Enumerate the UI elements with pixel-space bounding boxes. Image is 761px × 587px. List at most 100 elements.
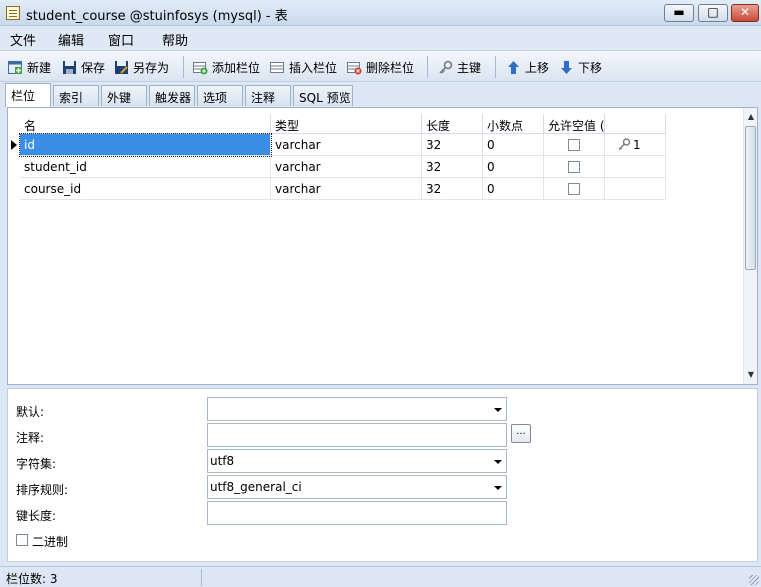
menu-bar: 文件 编辑 窗口 帮助 — [0, 26, 761, 49]
scroll-down-icon[interactable]: ▼ — [744, 368, 758, 382]
comment-field[interactable] — [207, 423, 507, 447]
primary-key-icon — [617, 138, 631, 150]
cell-decimals[interactable]: 0 — [483, 134, 544, 156]
cell-name[interactable]: id — [19, 133, 272, 157]
cell-length[interactable]: 32 — [422, 156, 483, 178]
cell-type[interactable]: varchar — [271, 134, 422, 156]
new-icon — [8, 60, 23, 75]
close-button[interactable]: ✕ — [731, 4, 759, 22]
column-header-name[interactable]: 名 — [20, 114, 271, 134]
toolbar-separator — [495, 56, 496, 78]
collation-label: 排序规则: — [16, 483, 69, 497]
tab-triggers[interactable]: 触发器 — [149, 85, 195, 106]
cell-name[interactable]: student_id — [20, 156, 271, 178]
binary-checkbox[interactable] — [16, 534, 28, 546]
resize-grip-icon[interactable] — [749, 575, 759, 585]
cell-decimals[interactable]: 0 — [483, 178, 544, 200]
grid-header: 名 类型 长度 小数点 允许空值 ( — [20, 114, 666, 134]
charset-select[interactable]: utf8 — [207, 449, 507, 473]
status-bar: 栏位数: 3 — [0, 566, 761, 587]
nullable-checkbox[interactable] — [568, 183, 580, 195]
column-header-length[interactable]: 长度 — [422, 114, 483, 134]
row-indicator — [8, 134, 20, 156]
tab-sql-preview[interactable]: SQL 预览 — [293, 85, 353, 106]
fields-grid-panel: 名 类型 长度 小数点 允许空值 ( id varchar 32 0 1 stu… — [7, 107, 758, 385]
key-length-field[interactable] — [207, 501, 507, 525]
field-count: 栏位数: 3 — [6, 572, 58, 586]
cell-decimals[interactable]: 0 — [483, 156, 544, 178]
save-as-button[interactable]: 另存为 — [114, 59, 169, 77]
primary-key-button[interactable]: 主键 — [438, 59, 481, 77]
cell-key[interactable] — [605, 178, 666, 200]
minimize-button[interactable]: ▬ — [664, 4, 694, 22]
column-header-key[interactable] — [605, 114, 666, 134]
save-icon — [62, 60, 77, 75]
move-up-button[interactable]: 上移 — [506, 59, 549, 77]
cell-nullable — [544, 134, 605, 156]
scroll-thumb[interactable] — [745, 126, 756, 270]
cell-nullable — [544, 178, 605, 200]
arrow-up-icon — [506, 60, 521, 75]
vertical-scrollbar[interactable]: ▲ ▼ — [743, 108, 757, 384]
chevron-down-icon — [494, 486, 502, 490]
add-field-icon — [193, 60, 208, 75]
insert-field-icon — [270, 60, 285, 75]
cell-length[interactable]: 32 — [422, 178, 483, 200]
save-button[interactable]: 保存 — [62, 59, 105, 77]
charset-label: 字符集: — [16, 457, 57, 471]
cell-length[interactable]: 32 — [422, 134, 483, 156]
column-header-type[interactable]: 类型 — [271, 114, 422, 134]
toolbar-separator — [427, 56, 428, 78]
column-header-nullable[interactable]: 允许空值 ( — [544, 114, 605, 134]
menu-window[interactable]: 窗口 — [108, 30, 134, 49]
table-row[interactable]: student_id varchar 32 0 — [20, 156, 666, 178]
cell-type[interactable]: varchar — [271, 156, 422, 178]
maximize-button[interactable]: □ — [698, 4, 728, 22]
table-row[interactable]: course_id varchar 32 0 — [20, 178, 666, 200]
menu-edit[interactable]: 编辑 — [58, 30, 84, 49]
save-as-icon — [114, 60, 129, 75]
window-title: student_course @stuinfosys (mysql) - 表 — [26, 9, 288, 24]
current-row-arrow-icon — [11, 140, 17, 150]
cell-key[interactable] — [605, 156, 666, 178]
key-length-label: 键长度: — [16, 509, 57, 523]
nullable-checkbox[interactable] — [568, 161, 580, 173]
collation-select[interactable]: utf8_general_ci — [207, 475, 507, 499]
title-bar: student_course @stuinfosys (mysql) - 表 ▬… — [0, 0, 761, 26]
move-down-button[interactable]: 下移 — [559, 59, 602, 77]
comment-label: 注释: — [16, 431, 45, 445]
delete-field-icon — [347, 60, 362, 75]
cell-nullable — [544, 156, 605, 178]
table-icon — [6, 6, 20, 20]
tab-fields[interactable]: 栏位 — [5, 83, 51, 107]
nullable-checkbox[interactable] — [568, 139, 580, 151]
cell-name[interactable]: course_id — [20, 178, 271, 200]
tab-comment[interactable]: 注释 — [245, 85, 291, 106]
comment-edit-button[interactable]: ... — [511, 424, 531, 443]
chevron-down-icon — [494, 460, 502, 464]
default-label: 默认: — [16, 405, 45, 419]
toolbar: 新建 保存 另存为 添加栏位 插入栏位 删除栏位 主键 上移 下移 — [0, 50, 761, 82]
cell-key: 1 — [605, 134, 666, 156]
insert-field-button[interactable]: 插入栏位 — [270, 59, 337, 77]
binary-label: 二进制 — [32, 535, 69, 549]
key-order: 1 — [633, 138, 641, 152]
new-button[interactable]: 新建 — [8, 59, 51, 77]
default-select[interactable] — [207, 397, 507, 421]
key-icon — [438, 60, 453, 75]
cell-type[interactable]: varchar — [271, 178, 422, 200]
chevron-down-icon — [494, 408, 502, 412]
field-properties-panel: 默认: 注释: ... 字符集: utf8 排序规则: utf8_general… — [7, 388, 758, 562]
tab-strip: 栏位 索引 外键 触发器 选项 注释 SQL 预览 — [0, 83, 761, 107]
tab-options[interactable]: 选项 — [197, 85, 243, 106]
add-field-button[interactable]: 添加栏位 — [193, 59, 260, 77]
scroll-up-icon[interactable]: ▲ — [744, 110, 758, 124]
column-header-decimals[interactable]: 小数点 — [483, 114, 544, 134]
table-row[interactable]: id varchar 32 0 1 — [19, 133, 666, 157]
delete-field-button[interactable]: 删除栏位 — [347, 59, 414, 77]
tab-foreign-keys[interactable]: 外键 — [101, 85, 147, 106]
tab-indexes[interactable]: 索引 — [53, 85, 99, 106]
menu-help[interactable]: 帮助 — [162, 30, 188, 49]
status-divider — [201, 569, 202, 586]
menu-file[interactable]: 文件 — [10, 30, 36, 49]
